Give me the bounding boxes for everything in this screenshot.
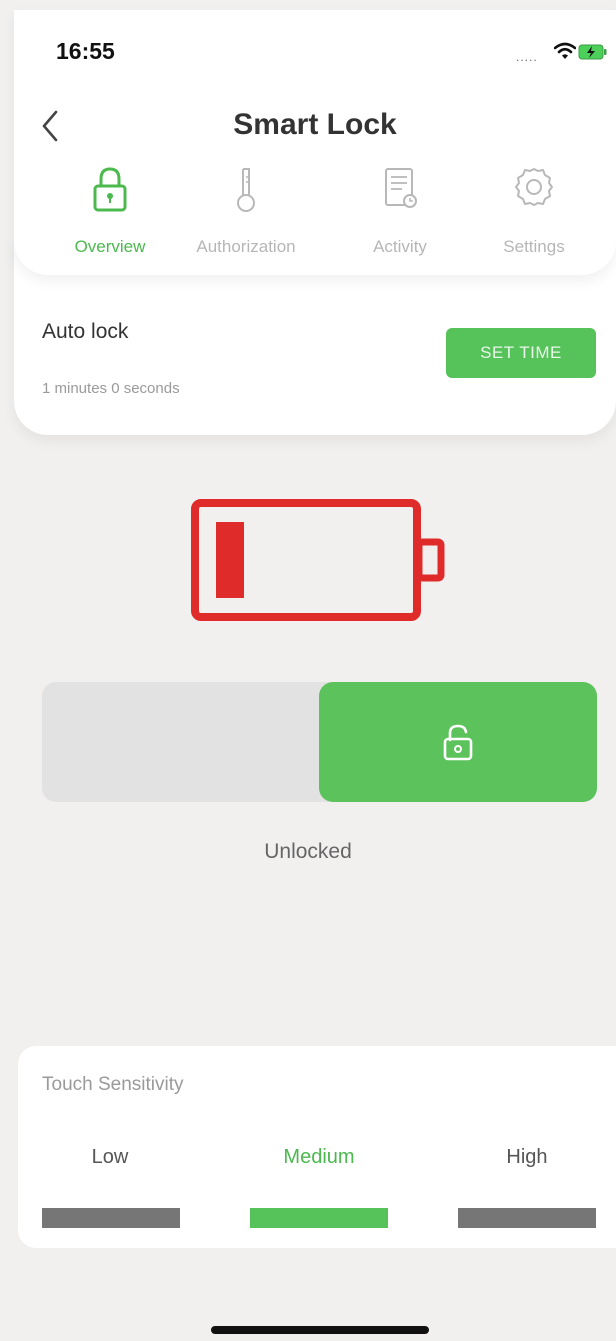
tab-authorization-label: Authorization: [196, 237, 296, 256]
activity-log-icon: [385, 168, 417, 208]
auto-lock-value: 1 minutes 0 seconds: [42, 380, 180, 397]
signal-dots: .....: [516, 50, 538, 64]
status-icons: .....: [500, 40, 610, 64]
tab-authorization[interactable]: Authorization: [176, 165, 316, 265]
key-icon: [237, 168, 255, 212]
sensitivity-low-label[interactable]: Low: [20, 1146, 200, 1169]
status-bar: 16:55 .....: [14, 10, 616, 80]
lock-status-text: Unlocked: [264, 840, 352, 863]
page-title: Smart Lock: [233, 108, 397, 141]
tab-activity-label: Activity: [373, 237, 427, 256]
tab-overview[interactable]: Overview: [40, 165, 180, 265]
sensitivity-high-bar[interactable]: [458, 1208, 596, 1228]
status-time: 16:55: [56, 38, 115, 64]
lock-slider[interactable]: [42, 682, 597, 802]
top-card: 16:55 ..... Smart Lock Overview Authoriz…: [14, 10, 616, 275]
tab-activity[interactable]: Activity: [330, 165, 470, 265]
unlocked-lock-icon: [443, 724, 473, 761]
tab-overview-label: Overview: [74, 237, 146, 256]
header: Smart Lock: [14, 100, 616, 160]
tab-settings-label: Settings: [503, 237, 565, 256]
tab-settings[interactable]: Settings: [464, 165, 604, 265]
touch-sensitivity-card: Touch Sensitivity Low Medium High: [18, 1046, 616, 1248]
wifi-icon: [554, 42, 576, 59]
sensitivity-low-bar[interactable]: [42, 1208, 180, 1228]
tab-bar: Overview Authorization Activity Settings: [14, 165, 616, 265]
lock-icon: [93, 167, 127, 212]
gear-icon: [515, 168, 553, 206]
sensitivity-medium-bar[interactable]: [250, 1208, 388, 1228]
home-indicator: [211, 1326, 429, 1334]
sensitivity-medium-label[interactable]: Medium: [229, 1146, 409, 1169]
slider-knob[interactable]: [319, 682, 597, 802]
touch-sensitivity-title: Touch Sensitivity: [42, 1074, 184, 1095]
sensitivity-high-label[interactable]: High: [437, 1146, 616, 1169]
auto-lock-title: Auto lock: [42, 320, 129, 343]
battery-charging-icon: [578, 44, 607, 60]
low-battery-icon: [191, 499, 445, 621]
set-time-button[interactable]: SET TIME: [446, 328, 596, 378]
